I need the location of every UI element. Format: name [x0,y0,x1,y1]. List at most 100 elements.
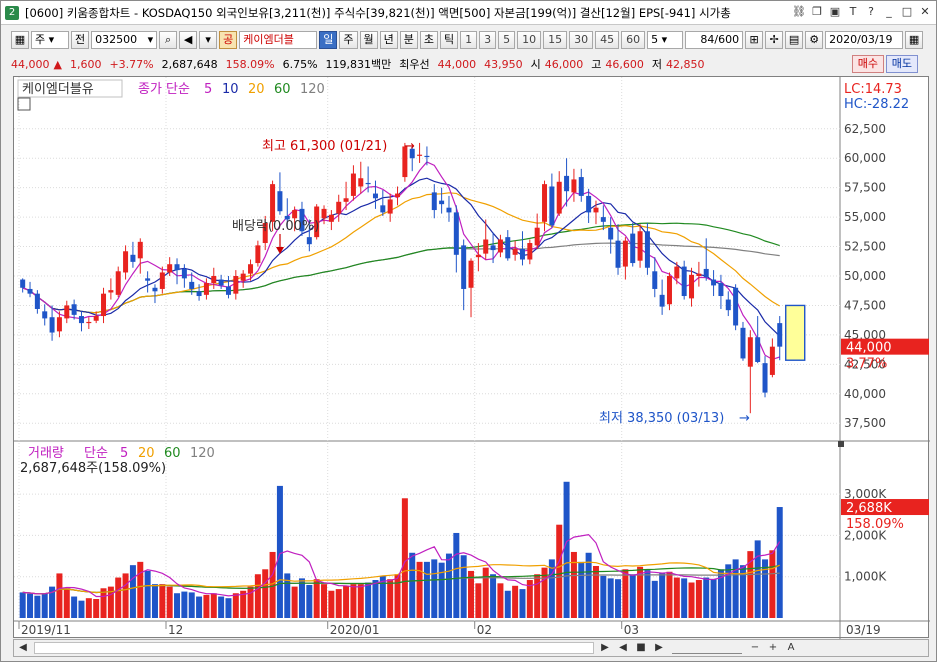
dropdown-icon[interactable]: ▾ [199,31,218,49]
candle-body [380,205,386,213]
candle-body [586,195,592,213]
gear-icon[interactable]: ⚙ [805,31,824,49]
period-select[interactable]: 주 ▾ [31,31,69,49]
quote-low: 42,850 [666,57,705,71]
candle-body [747,337,753,367]
interval-second[interactable]: 초 [419,31,438,49]
quote-price: 44,000 [11,57,50,71]
candle-body [439,200,445,205]
volume-bar [93,599,100,618]
sell-button[interactable]: 매도 [885,55,918,73]
scroll-track[interactable] [34,642,594,654]
lock-icon[interactable]: ▣ [828,5,842,19]
scroll-left-icon[interactable]: ◀ [14,641,32,655]
crosshair-icon[interactable]: ✢ [765,31,784,49]
text-icon[interactable]: T [846,5,860,19]
chart-canvas[interactable]: 62,500 60,000 57,500 55,000 52,500 50,000 47,5… [14,77,930,639]
save-icon[interactable]: ▤ [785,31,804,49]
interval-month[interactable]: 월 [359,31,378,49]
vol-ma20-line [22,561,780,595]
date-input[interactable]: 2020/03/19 [825,31,904,49]
chart-tool-icon[interactable]: ⊞ [745,31,764,49]
candle-body [174,264,180,271]
candle-body [622,240,628,267]
legend-ma-period: 60 [274,82,291,97]
num-button-60[interactable]: 60 [621,31,646,49]
zoom-slider[interactable] [672,642,742,654]
volume-bar [592,565,599,618]
page-count: 84/600 [685,31,744,49]
close-icon[interactable]: ✕ [918,5,932,19]
volume-bar [63,588,70,618]
vol-legend-name: 거래량 [28,446,64,461]
volume-bar [188,592,195,618]
volume-bar [460,555,467,618]
low-annotation: 최저 38,350 (03/13) [599,411,724,426]
prev-button[interactable]: 전 [71,31,90,49]
vol-current-value: 2,687,648주(158.09%) [20,461,166,476]
interval-tick[interactable]: 틱 [440,31,459,49]
num-button-5[interactable]: 5 [498,31,516,49]
zoom-out-icon[interactable]: − [746,641,764,655]
lc-label: LC:14.73 [844,82,902,97]
candle-body [571,179,577,193]
interval-minute[interactable]: 분 [399,31,418,49]
code-input[interactable]: 032500 ▾ [91,31,158,49]
quote-bar: 44,000 ▲ 1,600 +3.77% 2,687,648 158.09% … [1,54,936,74]
candle-body [762,363,768,393]
restore-icon[interactable]: ❐ [810,5,824,19]
buy-button[interactable]: 매수 [851,55,884,73]
minimize-icon[interactable]: _ [882,5,896,19]
rewind-icon[interactable]: ◀ [614,641,632,655]
interval-week[interactable]: 주 [339,31,358,49]
volume-bar [673,577,680,618]
calendar-icon[interactable]: ▦ [905,31,924,49]
count-select[interactable]: 5 ▾ [647,31,684,49]
speaker-icon[interactable]: ◀ [179,31,198,49]
link-icon[interactable]: ⛓ [792,5,806,19]
play-icon[interactable]: ▶ [650,641,668,655]
interval-year[interactable]: 년 [379,31,398,49]
search-icon[interactable]: ⌕ [159,31,178,49]
candle-body [453,212,459,255]
high-annotation: 최고 61,300 (01/21) [262,139,387,154]
candle-body [674,266,680,279]
zoom-in-icon[interactable]: + [764,641,782,655]
text-size-icon[interactable]: A [782,641,800,655]
candle-body [34,293,40,309]
scroll-right-icon[interactable]: ▶ [596,641,614,655]
volume-bar [122,573,129,618]
help-icon[interactable]: ? [864,5,878,19]
candle-body [696,273,702,276]
candle-body [718,283,724,297]
volume-bar [328,590,335,618]
legend-stock-name: 케이엠더블유 [22,82,94,97]
candle-body [659,294,665,307]
num-button-15[interactable]: 15 [543,31,568,49]
num-button-45[interactable]: 45 [595,31,620,49]
chart-scrollbar[interactable]: ◀ ▶ ◀ ■ ▶ − + A [13,639,929,657]
volume-bar [372,580,379,618]
volume-bar [563,481,570,618]
candle-body [446,207,452,213]
num-button-1[interactable]: 1 [460,31,478,49]
stop-icon[interactable]: ■ [632,641,650,655]
maximize-icon[interactable]: □ [900,5,914,19]
volume-bar [695,580,702,618]
interval-day[interactable]: 일 [319,31,338,49]
price-tick-label: 57,500 [844,181,886,195]
volume-bar [615,579,622,618]
candle-body [755,337,761,362]
volume-bar [600,575,607,618]
candle-body [733,287,739,326]
candle-body [181,268,187,279]
chart-area[interactable]: 62,500 60,000 57,500 55,000 52,500 50,000 47,5… [13,76,930,639]
stock-type-badge: 공 [219,31,238,49]
price-tick-label: 37,500 [844,416,886,430]
volume-bar [578,561,585,618]
grid-icon[interactable]: ▦ [11,31,29,49]
num-button-30[interactable]: 30 [569,31,594,49]
num-button-3[interactable]: 3 [479,31,497,49]
num-button-10[interactable]: 10 [517,31,542,49]
candle-body [666,276,672,305]
